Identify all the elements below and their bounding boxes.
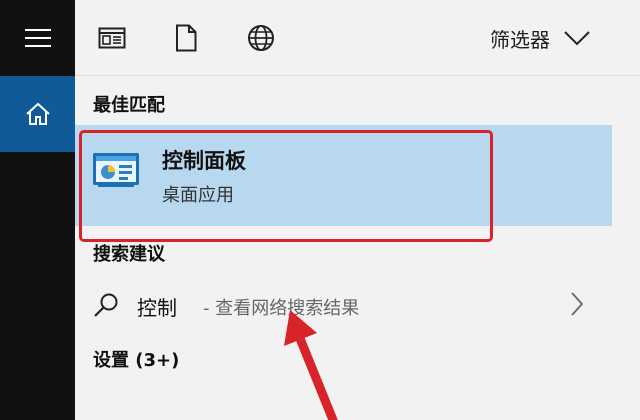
- web-scope-button[interactable]: [246, 22, 276, 54]
- apps-scope-button[interactable]: [97, 22, 127, 54]
- home-icon: [25, 102, 50, 125]
- documents-scope-button[interactable]: [171, 22, 201, 54]
- result-subtitle: 桌面应用: [162, 185, 234, 206]
- settings-heading[interactable]: 设置 (3+): [93, 346, 179, 372]
- document-icon: [176, 24, 197, 52]
- search-icon: [94, 293, 118, 317]
- control-panel-icon: [93, 153, 139, 187]
- hamburger-icon: [24, 29, 51, 47]
- globe-icon: [248, 25, 274, 51]
- best-match-heading: 最佳匹配: [93, 95, 165, 116]
- web-search-suggestion[interactable]: 控制 - 查看网络搜索结果: [75, 278, 640, 330]
- filter-dropdown[interactable]: 筛选器: [490, 22, 590, 54]
- suggestion-query: 控制: [137, 296, 177, 320]
- menu-button[interactable]: [0, 0, 75, 76]
- apps-icon: [98, 27, 126, 49]
- windows-search-panel: 筛选器 最佳匹配 控制面板 桌面应用 搜索建议 控制 - 查看网络搜索结果 设置…: [0, 0, 640, 420]
- search-suggestions-heading: 搜索建议: [93, 244, 165, 265]
- suggestion-hint: - 查看网络搜索结果: [203, 298, 360, 319]
- best-match-result-control-panel[interactable]: 控制面板 桌面应用: [75, 125, 612, 226]
- chevron-right-icon[interactable]: [570, 291, 584, 317]
- filter-label: 筛选器: [490, 27, 550, 52]
- left-rail: [0, 0, 75, 420]
- chevron-down-icon: [564, 31, 590, 46]
- search-scope-toolbar: 筛选器: [75, 0, 640, 76]
- result-title: 控制面板: [162, 149, 246, 173]
- home-button[interactable]: [0, 76, 75, 152]
